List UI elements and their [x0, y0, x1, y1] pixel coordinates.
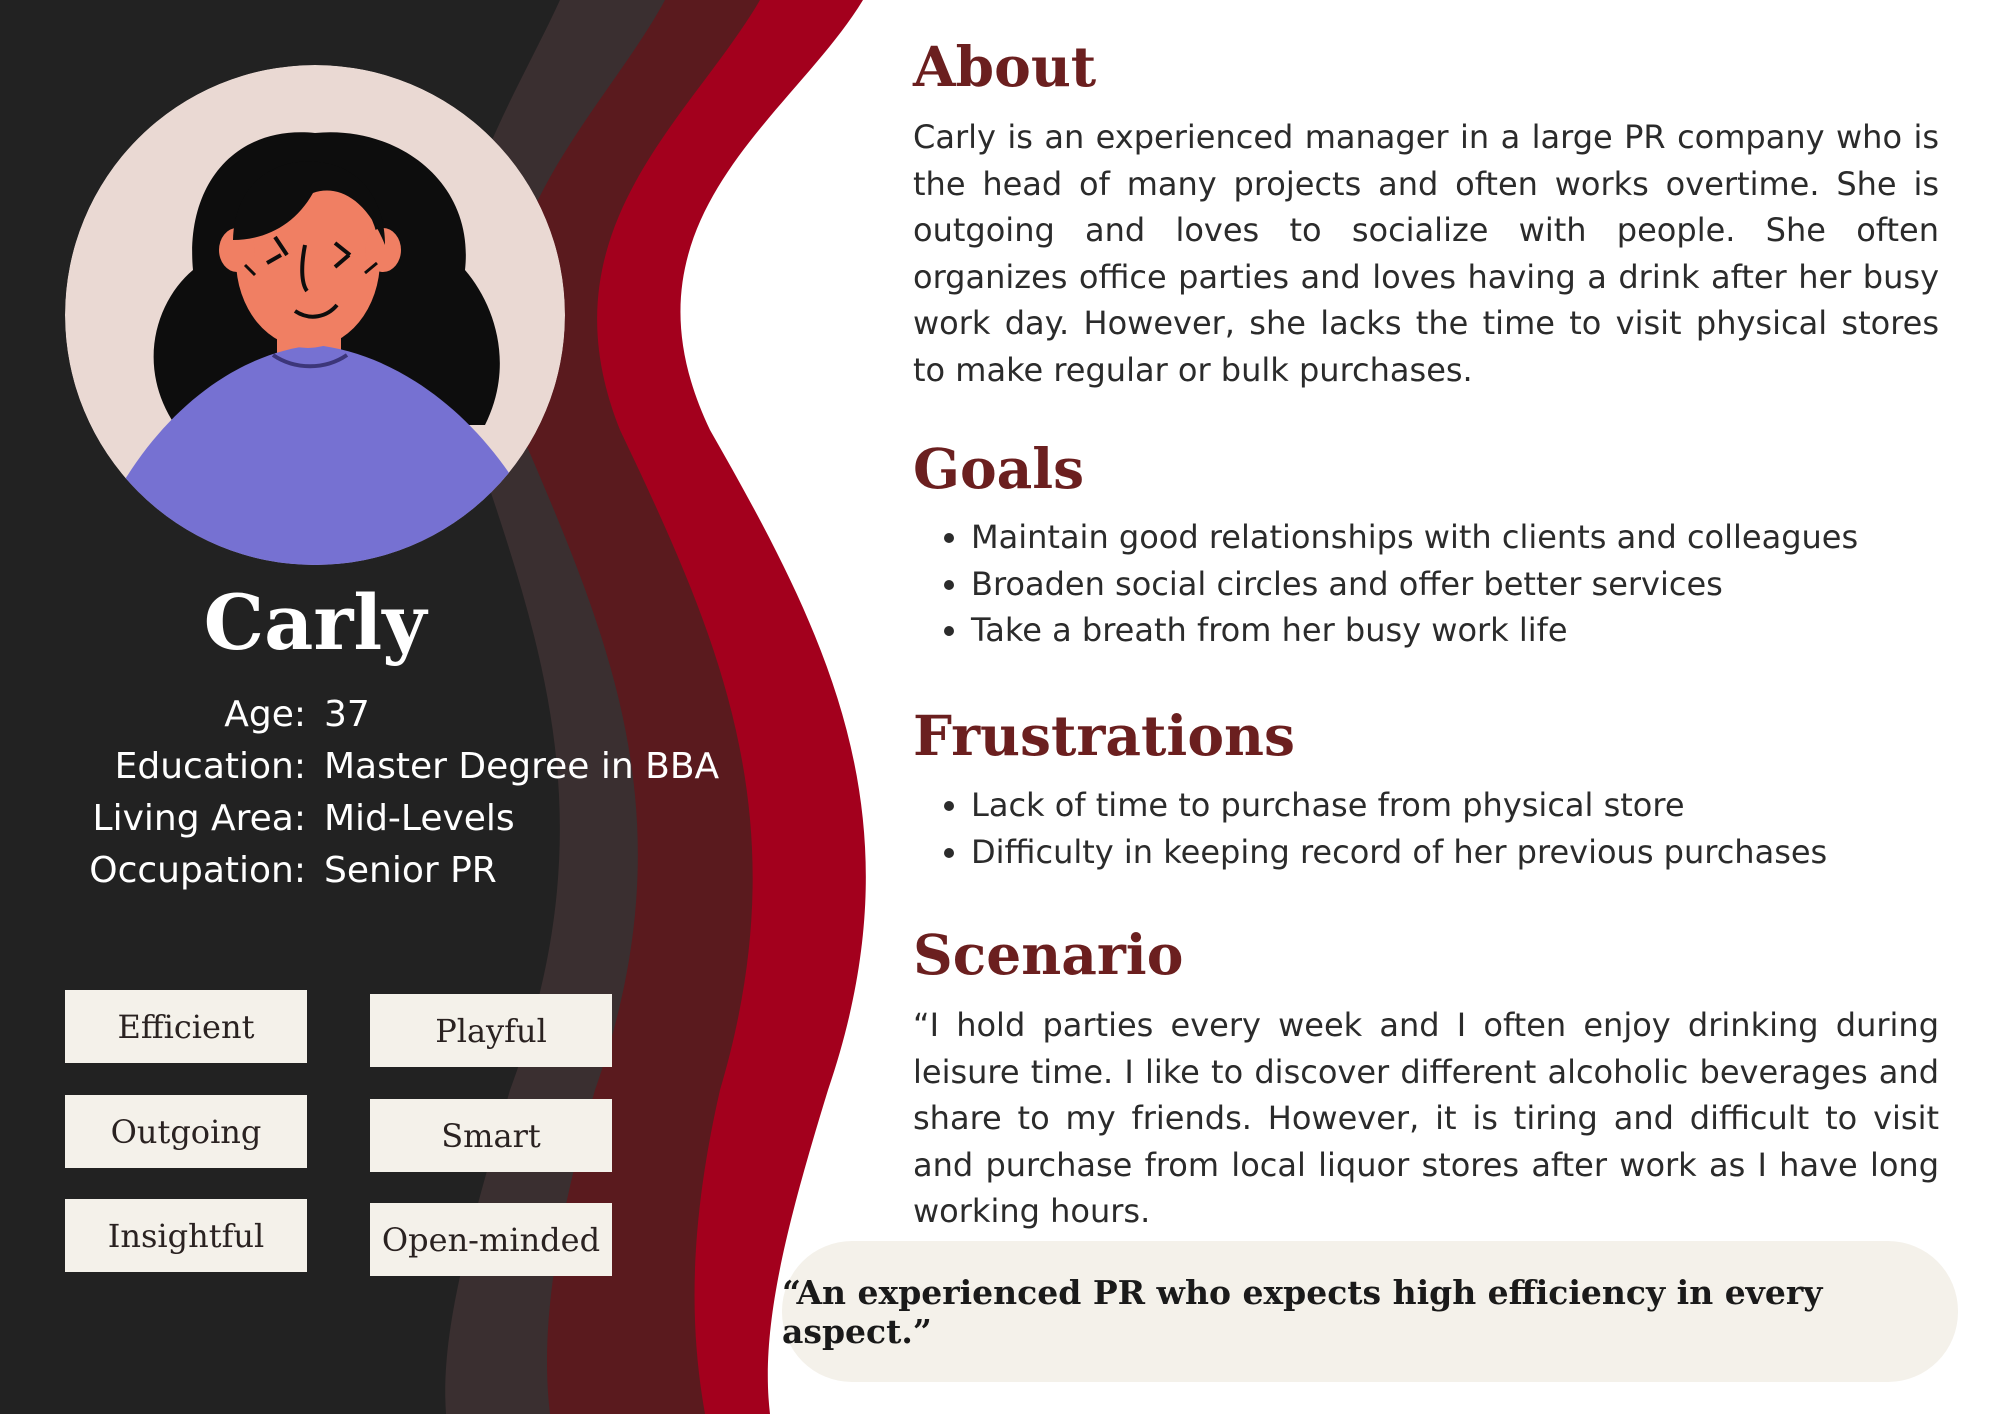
goal-item: Take a breath from her busy work life [971, 607, 2000, 654]
trait-chip-insightful: Insightful [65, 1199, 307, 1272]
frustrations-list: Lack of time to purchase from physical s… [913, 782, 2000, 875]
avatar [65, 65, 565, 565]
trait-chip-playful: Playful [370, 994, 612, 1067]
trait-chip-smart: Smart [370, 1099, 612, 1172]
goal-item: Broaden social circles and offer better … [971, 561, 2000, 608]
frustration-item: Lack of time to purchase from physical s… [971, 782, 2000, 829]
goal-item: Maintain good relationships with clients… [971, 514, 2000, 561]
persona-quote: “An experienced PR who expects high effi… [782, 1241, 1958, 1382]
about-text: Carly is an experienced manager in a lar… [913, 118, 1939, 389]
info-value: Master Degree in BBA [324, 745, 720, 787]
trait-chip-efficient: Efficient [65, 990, 307, 1063]
frustration-item: Difficulty in keeping record of her prev… [971, 829, 2000, 876]
goals-list: Maintain good relationships with clients… [913, 514, 2000, 654]
info-row-occupation: Occupation: Senior PR [60, 844, 719, 896]
trait-chip-open-minded: Open-minded [370, 1203, 612, 1276]
about-heading: About [913, 34, 1097, 99]
info-value: Senior PR [324, 849, 497, 891]
info-value: 37 [324, 693, 370, 735]
info-label: Occupation: [89, 849, 306, 891]
goals-heading: Goals [913, 436, 1085, 501]
info-label: Age: [224, 693, 306, 735]
info-value: Mid-Levels [324, 797, 515, 839]
persona-info: Age: 37 Education: Master Degree in BBA … [60, 688, 719, 896]
info-label: Living Area: [92, 797, 306, 839]
scenario-heading: Scenario [913, 922, 1184, 987]
info-row-age: Age: 37 [60, 688, 719, 740]
info-row-living-area: Living Area: Mid-Levels [60, 792, 719, 844]
info-row-education: Education: Master Degree in BBA [60, 740, 720, 792]
persona-name: Carly [203, 578, 427, 667]
frustrations-heading: Frustrations [913, 703, 1295, 768]
info-label: Education: [114, 745, 306, 787]
trait-chip-outgoing: Outgoing [65, 1095, 307, 1168]
scenario-text: “I hold parties every week and I often e… [913, 1006, 1939, 1230]
